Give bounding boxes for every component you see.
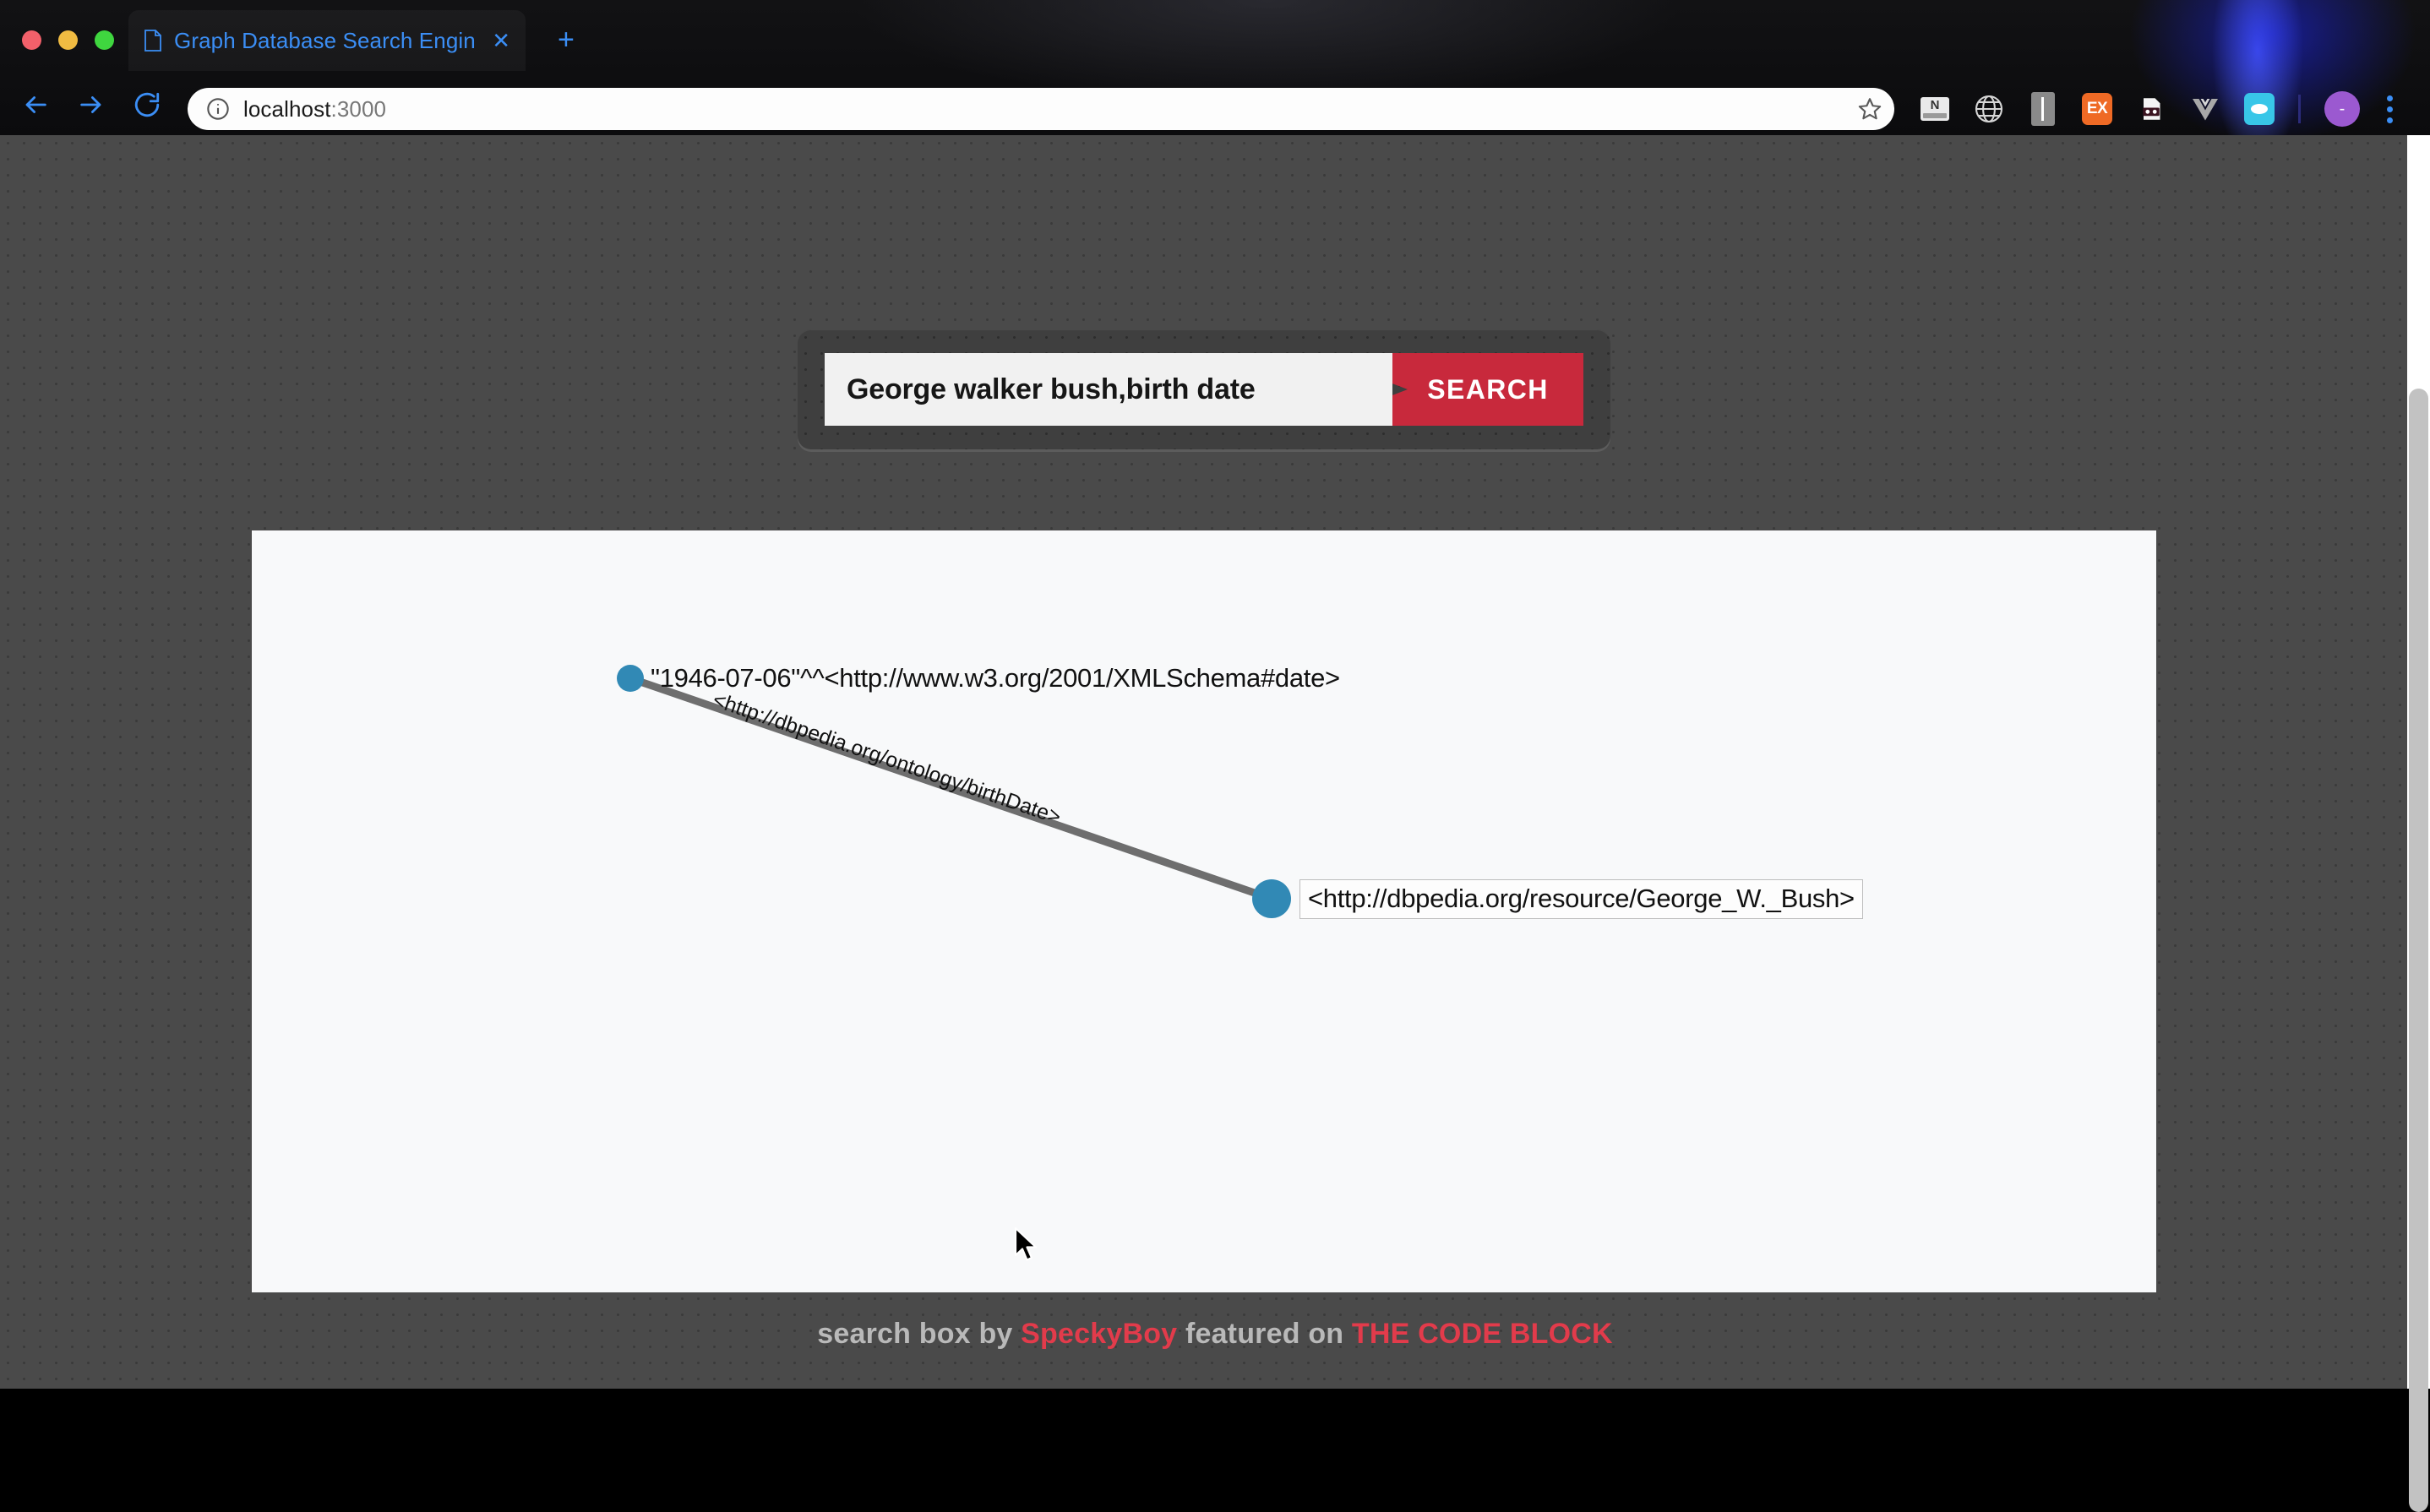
- page-scrollbar-track[interactable]: [2407, 135, 2430, 1512]
- footer-middle: featured on: [1177, 1318, 1352, 1350]
- page-icon: [144, 30, 162, 52]
- search-row: SEARCH: [825, 353, 1583, 426]
- search-button[interactable]: SEARCH: [1392, 353, 1583, 426]
- search-input[interactable]: [825, 353, 1392, 426]
- url-text: localhost:3000: [243, 96, 386, 122]
- address-bar[interactable]: localhost:3000: [188, 88, 1894, 130]
- window-traffic-lights: [22, 30, 114, 50]
- arrow-left-icon[interactable]: [19, 88, 52, 122]
- extension-icons: EX -: [1920, 91, 2396, 127]
- url-port: :3000: [330, 95, 387, 122]
- browser-tab[interactable]: Graph Database Search Engine ✕: [128, 10, 526, 71]
- globe-extension-icon[interactable]: [1974, 94, 2004, 124]
- graph-node[interactable]: [1252, 879, 1291, 918]
- the-code-block-link[interactable]: THE CODE BLOCK: [1352, 1318, 1613, 1350]
- page-body: SEARCH <http://dbpedia.org/ontology/birt…: [0, 135, 2430, 1389]
- avatar[interactable]: -: [2324, 91, 2360, 127]
- footer-credit: search box by SpeckyBoy featured on THE …: [0, 1318, 2430, 1351]
- graph-edge-label: <http://dbpedia.org/ontology/birthDate>: [710, 688, 1064, 829]
- window-maximize-button[interactable]: [95, 30, 114, 50]
- ibar-extension-icon[interactable]: [2028, 92, 2058, 126]
- window-close-button[interactable]: [22, 30, 41, 50]
- kebab-menu-icon[interactable]: [2384, 92, 2396, 127]
- footer-prefix: search box by: [817, 1318, 1022, 1350]
- graph-node[interactable]: [617, 665, 644, 692]
- info-circle-icon[interactable]: [206, 97, 230, 121]
- url-host: localhost: [243, 95, 331, 122]
- page-scrollbar-thumb[interactable]: [2409, 389, 2428, 1512]
- vue-devtools-icon[interactable]: [2190, 94, 2220, 124]
- tab-title: Graph Database Search Engine: [174, 27, 476, 53]
- close-icon[interactable]: ✕: [492, 30, 510, 52]
- new-tab-button[interactable]: +: [558, 25, 575, 54]
- graph-node-label: "1946-07-06"^^<http://www.w3.org/2001/XM…: [651, 663, 1340, 693]
- reload-icon[interactable]: [130, 88, 164, 122]
- navigation-buttons: [19, 88, 164, 122]
- search-widget: SEARCH: [798, 329, 1610, 449]
- cyan-extension-icon[interactable]: [2244, 93, 2275, 125]
- tab-strip: Graph Database Search Engine ✕ +: [0, 0, 2430, 81]
- ex-extension-icon[interactable]: EX: [2082, 93, 2112, 125]
- star-icon[interactable]: [1857, 96, 1882, 122]
- speckyboy-link[interactable]: SpeckyBoy: [1021, 1318, 1177, 1350]
- note-extension-icon[interactable]: [1920, 94, 1950, 124]
- mask-extension-icon[interactable]: [2136, 94, 2166, 124]
- window-minimize-button[interactable]: [58, 30, 78, 50]
- browser-toolbar: localhost:3000 EX -: [0, 81, 2430, 135]
- arrow-right-icon[interactable]: [74, 88, 108, 122]
- graph-visualization-panel[interactable]: <http://dbpedia.org/ontology/birthDate> …: [252, 530, 2156, 1292]
- graph-svg: <http://dbpedia.org/ontology/birthDate>: [617, 665, 1291, 918]
- graph-node-label-tooltip: <http://dbpedia.org/resource/George_W._B…: [1299, 879, 1863, 919]
- toolbar-divider: [2298, 95, 2301, 123]
- browser-chrome: Graph Database Search Engine ✕ + localho…: [0, 0, 2430, 135]
